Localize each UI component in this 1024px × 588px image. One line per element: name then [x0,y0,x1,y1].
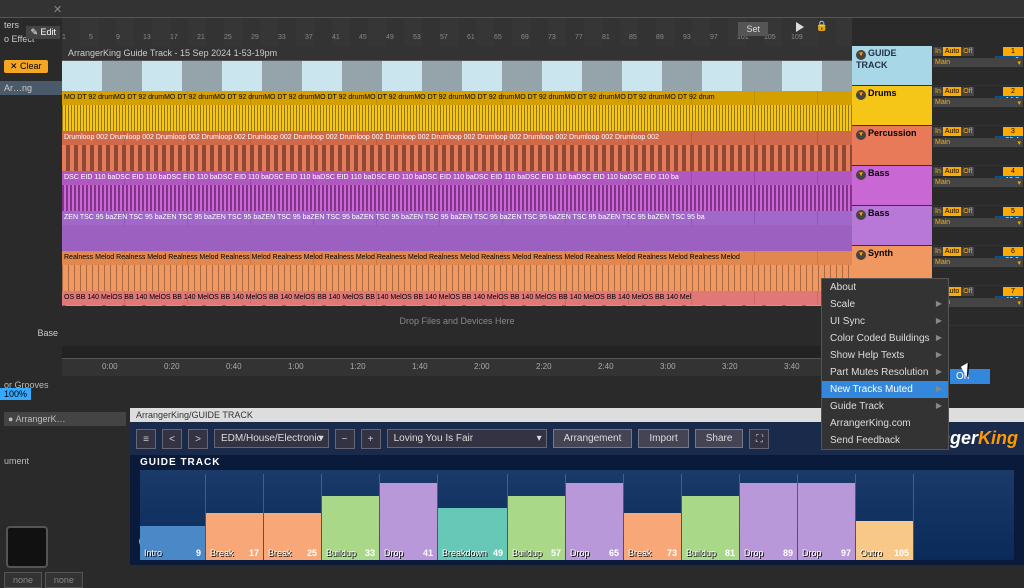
section-buildup[interactable]: Buildup33 [322,474,380,560]
plus-icon[interactable]: + [361,429,381,449]
menu-item[interactable]: Scale▶ [822,296,948,313]
timeline-ruler[interactable]: 1591317212529333741454953576165697377818… [62,18,852,46]
browser-item[interactable]: Ar…ng [0,81,62,95]
play-icon[interactable] [796,22,804,32]
track-drums[interactable]: MO DT 92 drumMO DT 92 drumMO DT 92 drumM… [62,91,852,131]
drop-zone[interactable]: Drop Files and Devices Here [62,306,852,346]
section-buildup[interactable]: Buildup81 [682,474,740,560]
arrangement-button[interactable]: Arrangement [553,429,633,448]
cursor-icon [963,363,979,379]
arrangement-view[interactable]: ArrangerKing Guide Track - 15 Sep 2024 1… [62,46,852,376]
section-breakdown[interactable]: Breakdown49 [438,474,508,560]
track-header-bass1[interactable]: ▾Bass [852,166,932,206]
import-button[interactable]: Import [638,429,688,448]
menu-icon[interactable]: ≡ [136,429,156,449]
lock-icon[interactable]: 🔒 [816,21,828,32]
song-dropdown[interactable]: Loving You Is Fair [387,429,547,448]
menu-item[interactable]: Color Coded Buildings▶ [822,330,948,347]
clear-button[interactable]: ✕ Clear [4,60,48,73]
sections-timeline[interactable]: 🎨 Intro9Break17Break25Buildup33Drop41Bre… [140,470,1014,560]
menu-item[interactable]: Part Mutes Resolution▶ [822,364,948,381]
mix-row[interactable]: InAutoOff1Main0 [932,46,1024,86]
track-header-drums[interactable]: ▾Drums [852,86,932,126]
track-perc[interactable]: Drumloop 002 Drumloop 002 Drumloop 002 D… [62,131,852,171]
menu-item[interactable]: UI Sync▶ [822,313,948,330]
edit-button[interactable]: ✎ Edit [26,26,60,39]
section-outro[interactable]: Outro105 [856,474,914,560]
device-preview[interactable] [6,526,48,568]
track-bass2[interactable]: ZEN TSC 95 baZEN TSC 95 baZEN TSC 95 baZ… [62,211,852,251]
close-icon[interactable]: ✕ [53,3,62,16]
none-2[interactable]: none [45,572,83,588]
section-drop[interactable]: Drop41 [380,474,438,560]
section-break[interactable]: Break17 [206,474,264,560]
share-button[interactable]: Share [695,429,744,448]
section-drop[interactable]: Drop97 [798,474,856,560]
time-ruler[interactable]: 0:000:200:401:001:201:402:002:202:403:00… [62,358,852,376]
mix-row[interactable]: InAutoOff3Main-26.4 [932,126,1024,166]
track-header-bass2[interactable]: ▾Bass [852,206,932,246]
menu-item[interactable]: About [822,279,948,296]
menu-item[interactable]: ArrangerKing.com [822,415,948,432]
track-synth[interactable]: Realness Melod Realness Melod Realness M… [62,251,852,291]
none-1[interactable]: none [4,572,42,588]
section-intro[interactable]: Intro9 [140,474,206,560]
section-break[interactable]: Break25 [264,474,322,560]
menu-item[interactable]: New Tracks Muted▶ [822,381,948,398]
section-drop[interactable]: Drop89 [740,474,798,560]
mix-row[interactable]: InAutoOff4Main-19.7 [932,166,1024,206]
base-label: Base [37,328,58,338]
menu-item[interactable]: Show Help Texts▶ [822,347,948,364]
browser-sidebar: ters ✎ Edit o Effect ✕ Clear Ar…ng Base … [0,18,62,408]
mix-row[interactable]: InAutoOff2Main-14.6 [932,86,1024,126]
section-drop[interactable]: Drop65 [566,474,624,560]
ument-label: ument [4,456,126,466]
device-tab[interactable]: ● ArrangerK… [4,412,126,426]
track-header-perc[interactable]: ▾Percussion [852,126,932,166]
genre-dropdown[interactable]: EDM/House/Electronic [214,429,329,448]
minus-icon[interactable]: − [335,429,355,449]
track-header-guide[interactable]: ▾GUIDE TRACK [852,46,932,86]
session-title: ArrangerKing Guide Track - 15 Sep 2024 1… [62,46,852,61]
context-menu: AboutScale▶UI Sync▶Color Coded Buildings… [821,278,949,450]
track-guide[interactable] [62,61,852,91]
prev-icon[interactable]: < [162,429,182,449]
top-bar: ✕ [0,0,1024,18]
set-button[interactable]: Set [738,22,768,36]
expand-icon[interactable]: ⛶ [749,429,769,449]
device-browser: ● ArrangerK… ument none none [0,408,130,565]
zoom-percent[interactable]: 100% [0,388,31,400]
mix-row[interactable]: InAutoOff5Main-26.6 [932,206,1024,246]
guide-track-label: GUIDE TRACK [140,457,1014,468]
next-icon[interactable]: > [188,429,208,449]
section-buildup[interactable]: Buildup57 [508,474,566,560]
track-bass1[interactable]: DSC EID 110 baDSC EID 110 baDSC EID 110 … [62,171,852,211]
menu-item[interactable]: Guide Track▶ [822,398,948,415]
section-break[interactable]: Break73 [624,474,682,560]
menu-item[interactable]: Send Feedback [822,432,948,449]
